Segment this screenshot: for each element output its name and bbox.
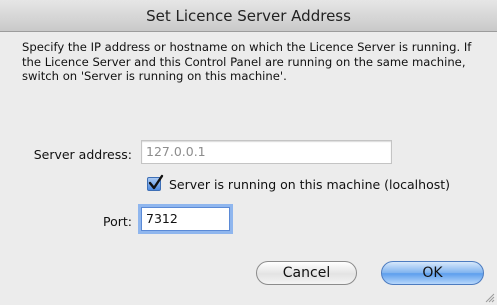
resize-grip-icon[interactable] [483, 291, 495, 303]
dialog-title: Set Licence Server Address [0, 0, 497, 32]
server-address-input[interactable]: 127.0.0.1 [141, 140, 392, 164]
cancel-button[interactable]: Cancel [256, 261, 357, 285]
port-input[interactable]: 7312 [141, 207, 230, 231]
localhost-checkbox-label[interactable]: Server is running on this machine (local… [169, 177, 450, 192]
port-label: Port: [103, 214, 132, 229]
ok-button[interactable]: OK [381, 261, 484, 285]
checkmark-icon [148, 174, 164, 190]
localhost-checkbox[interactable] [147, 174, 164, 191]
licence-server-dialog: Set Licence Server Address Specify the I… [0, 0, 497, 305]
server-address-label: Server address: [33, 147, 132, 162]
dialog-description: Specify the IP address or hostname on wh… [22, 40, 472, 83]
